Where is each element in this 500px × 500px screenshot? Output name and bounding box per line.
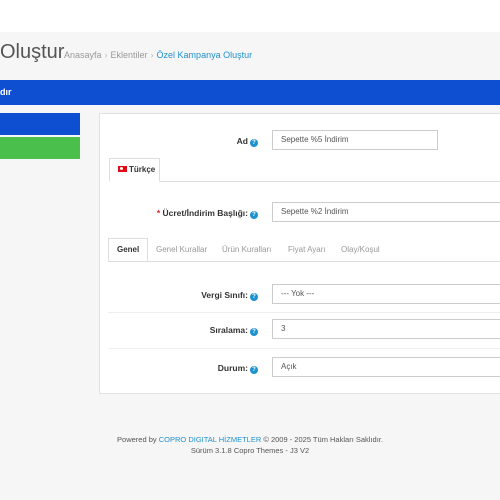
title-input[interactable]: Sepette %2 İndirim	[272, 202, 500, 222]
top-bar	[0, 0, 500, 32]
tab-general[interactable]: Genel	[108, 238, 149, 262]
tab-product-rules[interactable]: Ürün Kuralları	[222, 238, 271, 262]
tab-event-condition[interactable]: Olay/Koşul	[341, 238, 380, 262]
title-label: * Ücret/İndirim Başlığı:?	[150, 208, 258, 219]
info-icon[interactable]: ?	[250, 293, 258, 301]
footer-brand-link[interactable]: COPRO DIGITAL HİZMETLER	[159, 435, 262, 444]
panel-heading-text: dır	[0, 87, 12, 97]
status-select[interactable]: Açık	[272, 357, 500, 377]
side-action-button-blue[interactable]	[0, 113, 80, 135]
breadcrumb-separator: ›	[104, 50, 108, 60]
info-icon[interactable]: ?	[250, 139, 258, 147]
row-divider	[108, 348, 500, 349]
footer: Powered by COPRO DIGITAL HİZMETLER © 200…	[0, 434, 500, 456]
panel-heading: dır	[0, 80, 500, 105]
info-icon[interactable]: ?	[250, 366, 258, 374]
breadcrumb-separator: ›	[150, 50, 154, 60]
breadcrumb-home[interactable]: Anasayfa	[64, 50, 102, 60]
footer-version: Sürüm 3.1.8 Copro Themes - J3 V2	[190, 446, 310, 455]
tax-class-select[interactable]: --- Yok ---	[272, 284, 500, 304]
turkish-flag-icon	[118, 166, 127, 172]
sort-order-input[interactable]: 3	[272, 319, 500, 339]
tax-class-label: Vergi Sınıfı:?	[180, 290, 258, 301]
breadcrumb-current[interactable]: Özel Kampanya Oluştur	[157, 50, 253, 60]
name-label: Ad?	[200, 136, 258, 147]
language-tab-divider	[160, 181, 500, 182]
name-input[interactable]: Sepette %5 İndirim	[272, 130, 438, 150]
row-divider	[108, 312, 500, 313]
tab-general-rules[interactable]: Genel Kurallar	[156, 238, 207, 262]
info-icon[interactable]: ?	[250, 328, 258, 336]
footer-copyright-line: Powered by COPRO DIGITAL HİZMETLER © 200…	[117, 435, 383, 444]
info-icon[interactable]: ?	[250, 211, 258, 219]
breadcrumb: Anasayfa › Eklentiler › Özel Kampanya Oluştu…	[64, 50, 252, 60]
sort-order-label: Sıralama:?	[180, 325, 258, 336]
breadcrumb-extensions[interactable]: Eklentiler	[111, 50, 148, 60]
tab-price-settings[interactable]: Fiyat Ayarı	[288, 238, 326, 262]
tabs-divider	[108, 261, 500, 262]
page-title: Oluştur	[0, 41, 65, 63]
status-label: Durum:?	[180, 363, 258, 374]
side-action-button-green[interactable]	[0, 137, 80, 159]
tab-language-turkish[interactable]: Türkçe	[109, 158, 160, 182]
